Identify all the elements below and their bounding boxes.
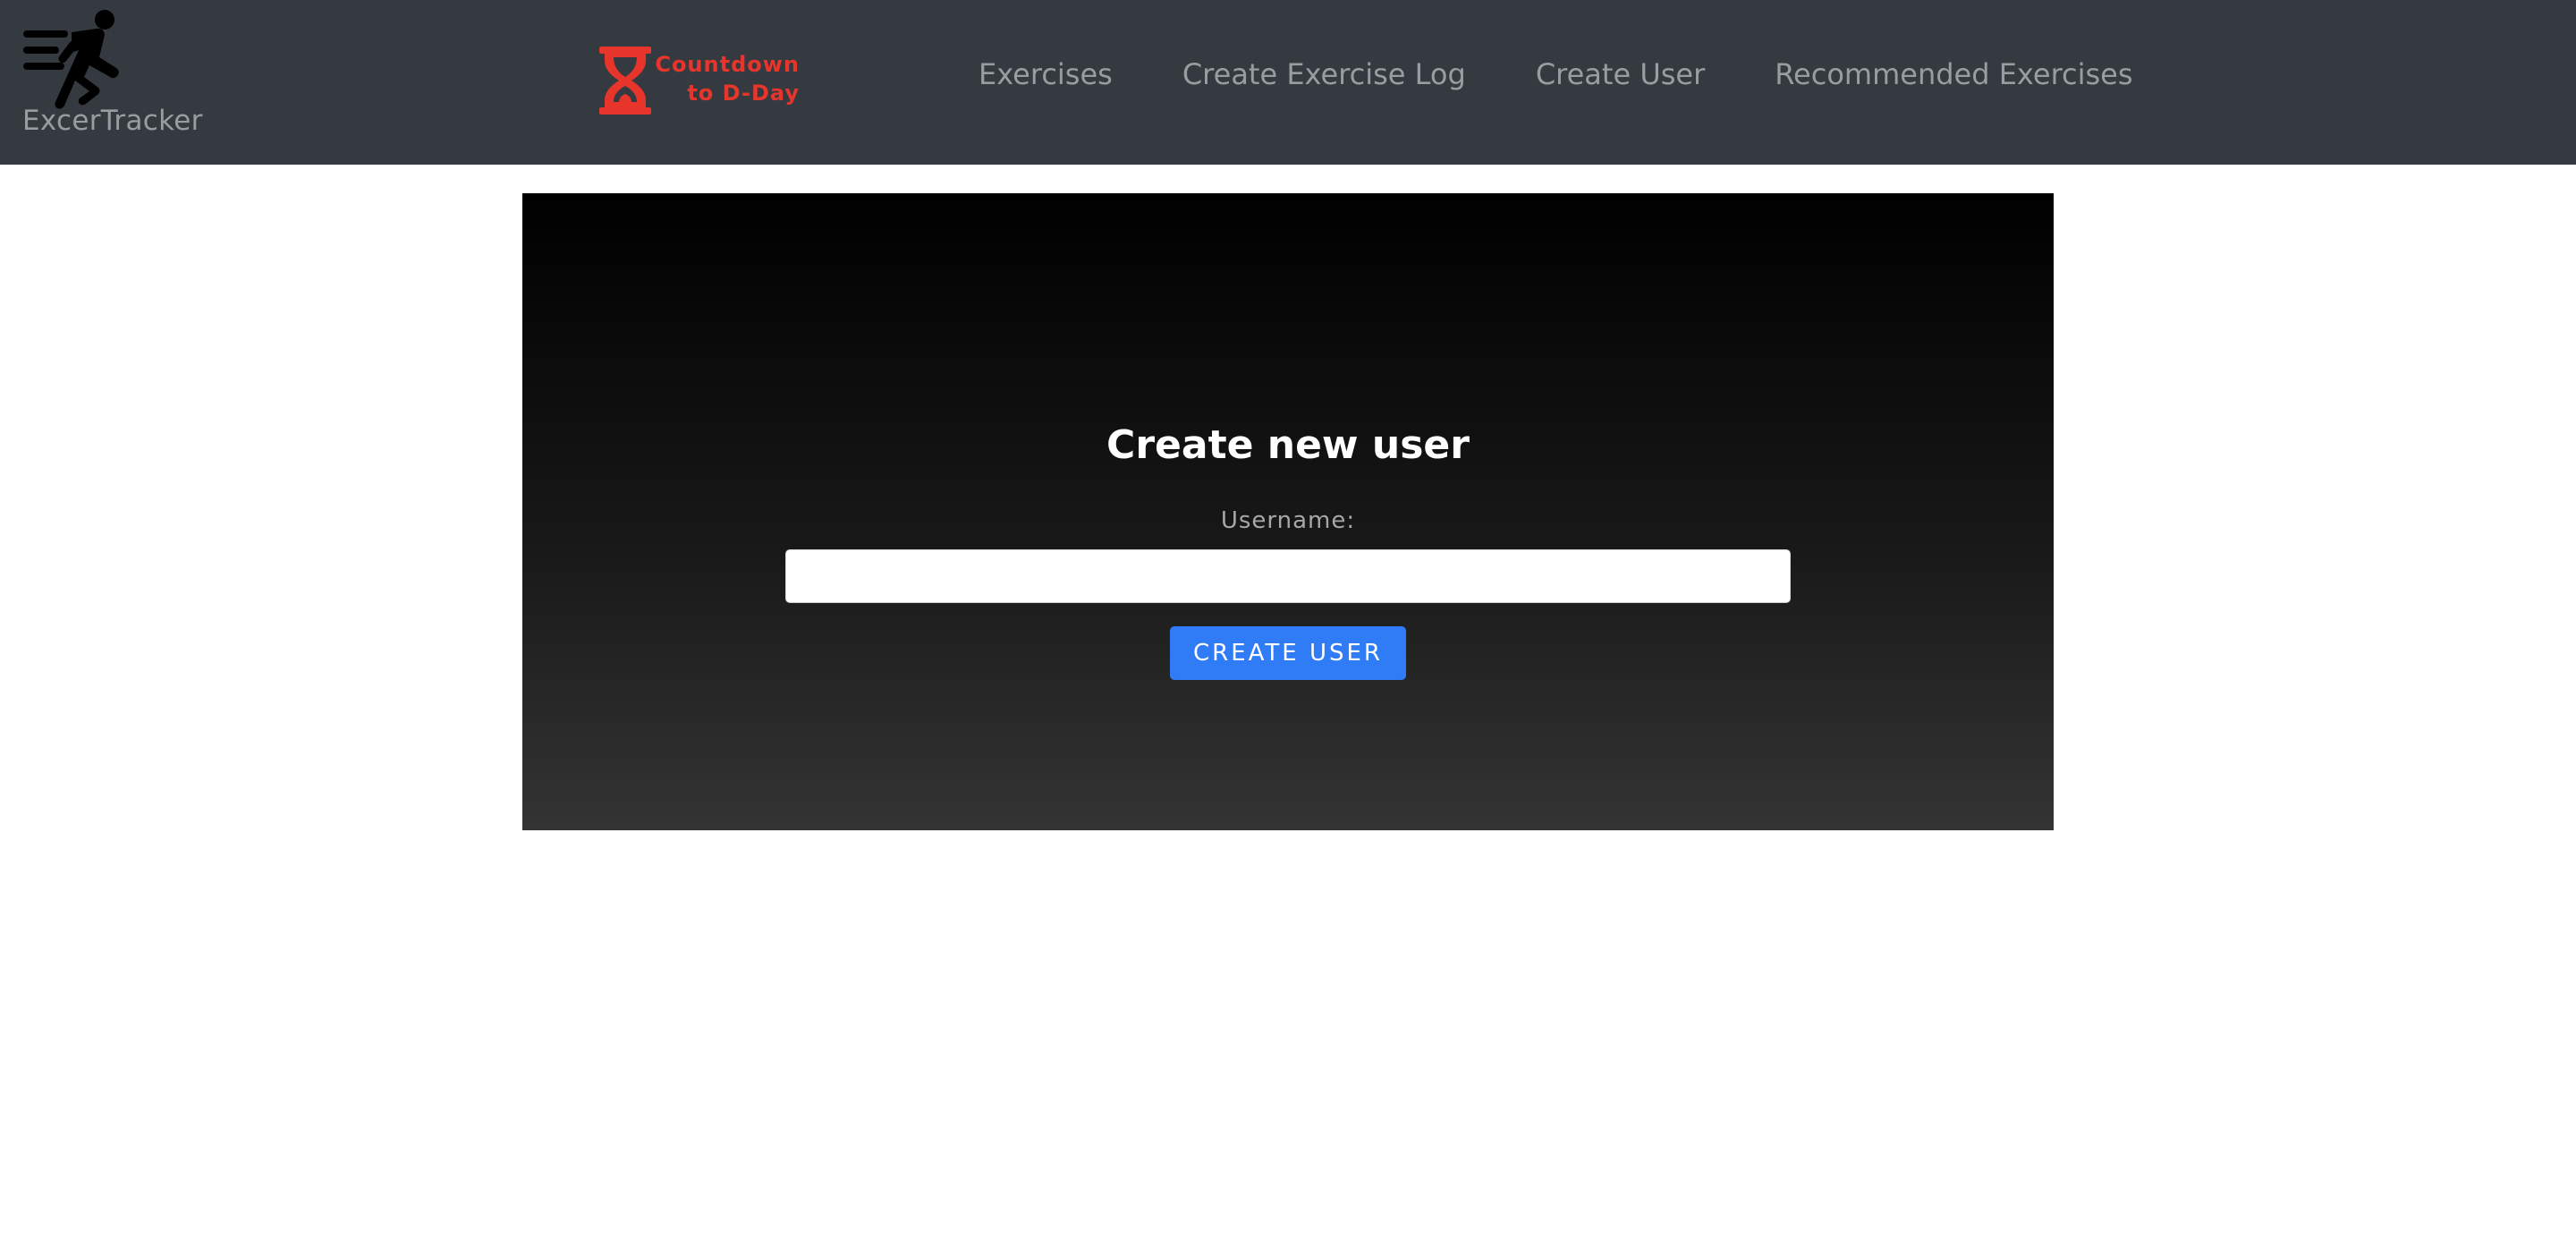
running-person-icon [23,10,119,109]
brand-name: ExcerTracker [22,105,203,137]
navbar: ExcerTracker Countdown to D-Day Exercise… [0,0,2576,165]
countdown-text: Countdown to D-Day [651,50,800,107]
nav-links: Exercises Create Exercise Log Create Use… [979,54,2133,95]
nav-link-create-exercise-log[interactable]: Create Exercise Log [1182,54,1466,95]
create-user-panel: Create new user Username: CREATE USER [522,193,2054,830]
nav-link-exercises[interactable]: Exercises [979,54,1113,95]
username-label: Username: [1220,507,1356,534]
username-input[interactable] [785,549,1791,603]
create-user-button[interactable]: CREATE USER [1170,626,1406,680]
hourglass-icon [599,47,651,115]
nav-link-create-user[interactable]: Create User [1536,54,1705,95]
countdown-line-2: to D-Day [687,81,800,106]
page-title: Create new user [1106,422,1470,468]
countdown-link[interactable]: Countdown to D-Day [597,45,800,118]
countdown-line-1: Countdown [655,52,800,77]
nav-link-recommended-exercises[interactable]: Recommended Exercises [1775,54,2132,95]
brand-link[interactable]: ExcerTracker [21,5,227,149]
